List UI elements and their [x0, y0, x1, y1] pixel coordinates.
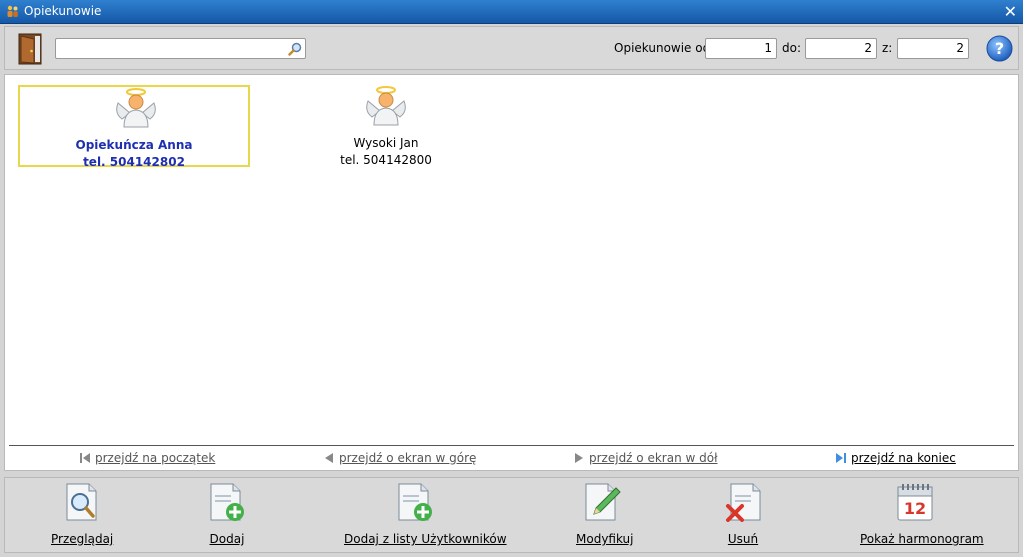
range-to-label: do: — [782, 41, 802, 55]
caregiver-list: Opiekuńcza Anna tel. 504142802 Wysoki Ja… — [4, 74, 1019, 471]
document-delete-icon — [726, 483, 761, 522]
add-from-users-button[interactable]: Dodaj z listy Użytkowników — [344, 482, 507, 550]
pager-first-label: przejdź na początek — [95, 451, 216, 465]
people-icon — [7, 5, 18, 17]
range-total-field[interactable]: 2 — [897, 38, 969, 59]
caregiver-name: Opiekuńcza Anna — [75, 138, 193, 152]
first-page-icon — [80, 453, 90, 463]
angel-icon — [116, 88, 156, 128]
browse-label: Przeglądaj — [51, 532, 114, 546]
arrow-right-icon — [575, 453, 583, 463]
action-bar: Przeglądaj Dodaj Dodaj z listy Użytkowni… — [4, 477, 1019, 553]
caregiver-phone: tel. 504142800 — [340, 153, 432, 167]
caregiver-phone: tel. 504142802 — [83, 155, 185, 169]
range-to-field[interactable]: 2 — [805, 38, 877, 59]
caregiver-name: Wysoki Jan — [353, 136, 419, 150]
last-page-icon — [836, 453, 846, 463]
schedule-label: Pokaż harmonogram — [860, 532, 984, 546]
calendar-day: 12 — [904, 499, 926, 518]
pager-last-label: przejdź na koniec — [851, 451, 956, 465]
pager-up-link[interactable]: przejdź o ekran w górę — [325, 451, 477, 465]
angel-icon — [366, 86, 406, 126]
window-title: Opiekunowie — [24, 4, 102, 18]
add-button[interactable]: Dodaj — [205, 482, 249, 550]
modify-button[interactable]: Modyfikuj — [576, 482, 634, 550]
search-field — [55, 38, 306, 59]
close-button[interactable]: ✕ — [1004, 2, 1017, 21]
help-icon[interactable]: ? — [986, 35, 1013, 62]
modify-label: Modyfikuj — [576, 532, 634, 546]
delete-label: Usuń — [727, 532, 759, 546]
title-bar: Opiekunowie ✕ — [0, 0, 1023, 24]
caregiver-card[interactable]: Wysoki Jan tel. 504142800 — [270, 85, 502, 167]
search-input[interactable] — [58, 40, 283, 57]
toolbar: Opiekunowie od: 1 do: 2 z: 2 ? — [4, 26, 1019, 70]
range-from-label: Opiekunowie od: — [614, 41, 715, 55]
range-from-field[interactable]: 1 — [705, 38, 777, 59]
range-total-label: z: — [882, 41, 893, 55]
document-pencil-icon — [585, 483, 621, 521]
door-icon[interactable] — [17, 33, 45, 65]
help-symbol: ? — [995, 39, 1004, 58]
schedule-button[interactable]: 12 Pokaż harmonogram — [860, 482, 984, 550]
calendar-icon: 12 — [897, 484, 933, 521]
document-add-icon — [210, 483, 244, 521]
pager-down-label: przejdź o ekran w dół — [589, 451, 718, 465]
delete-button[interactable]: Usuń — [725, 482, 761, 550]
document-magnifier-icon — [66, 483, 97, 521]
caregiver-card[interactable]: Opiekuńcza Anna tel. 504142802 — [18, 85, 250, 169]
document-add-icon — [398, 483, 432, 521]
add-label: Dodaj — [209, 532, 245, 546]
pager-last-link[interactable]: przejdź na koniec — [836, 451, 956, 465]
pager-down-link[interactable]: przejdź o ekran w dół — [575, 451, 718, 465]
pager-up-label: przejdź o ekran w górę — [339, 451, 477, 465]
pager-divider — [9, 445, 1014, 446]
pager-first-link[interactable]: przejdź na początek — [80, 451, 216, 465]
arrow-left-icon — [325, 453, 333, 463]
add-from-users-label: Dodaj z listy Użytkowników — [344, 532, 507, 546]
magnifier-icon[interactable] — [288, 42, 302, 56]
browse-button[interactable]: Przeglądaj — [51, 482, 113, 550]
